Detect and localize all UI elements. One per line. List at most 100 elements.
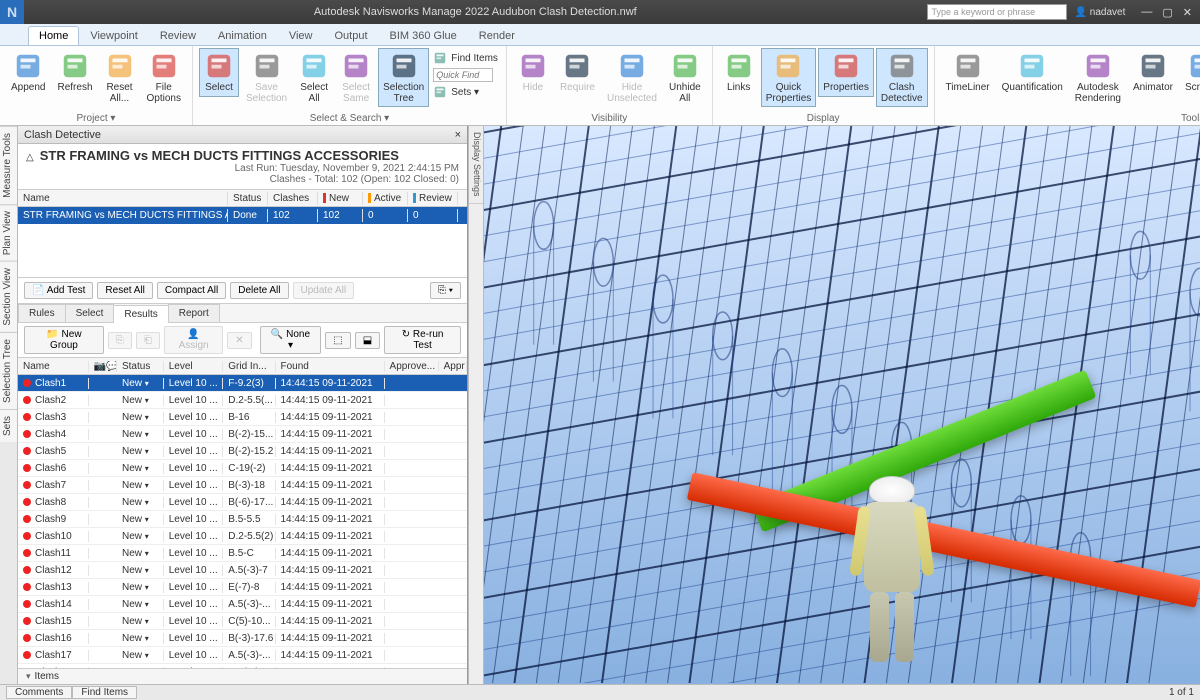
items-bar[interactable]: Items (18, 668, 467, 684)
clash-cell[interactable]: New ▾ (117, 599, 164, 610)
clash-row[interactable]: Clash6New ▾Level 10 ...C-19(-2)14:44:15 … (18, 460, 467, 477)
refresh-button[interactable]: Refresh (52, 48, 97, 97)
quick-properties-button[interactable]: QuickProperties (761, 48, 817, 107)
test-col-new[interactable]: New (318, 192, 363, 205)
select-all-button[interactable]: SelectAll (294, 48, 334, 107)
clash-cell[interactable]: New ▾ (117, 616, 164, 627)
selection-tree-button[interactable]: SelectionTree (378, 48, 429, 107)
delete-all-button[interactable]: Delete All (230, 282, 288, 299)
clash-cell[interactable]: New ▾ (117, 429, 164, 440)
panel-close-icon[interactable]: × (455, 129, 461, 141)
3d-viewport[interactable] (484, 126, 1200, 684)
unhide-all-button[interactable]: UnhideAll (664, 48, 706, 107)
properties-button[interactable]: Properties (818, 48, 874, 97)
select-same-button[interactable]: SelectSame (336, 48, 376, 107)
timeliner-button[interactable]: TimeLiner (941, 48, 995, 97)
user-label[interactable]: 👤 nadavet (1075, 7, 1126, 18)
side-tab-plan-view[interactable]: Plan View (0, 204, 17, 261)
clash-cell[interactable]: New ▾ (117, 463, 164, 474)
tab-find-items[interactable]: Find Items (72, 686, 137, 699)
clash-row[interactable]: Clash15New ▾Level 10 ...C(5)-10...14:44:… (18, 613, 467, 630)
test-col-clashes[interactable]: Clashes (268, 192, 318, 205)
clash-cell[interactable]: New ▾ (117, 582, 164, 593)
sets-item[interactable]: Sets ▾ (431, 84, 500, 100)
hide-unselected-button[interactable]: HideUnselected (602, 48, 662, 107)
quantification-button[interactable]: Quantification (997, 48, 1068, 97)
test-col-name[interactable]: Name (18, 192, 228, 205)
reset-all-button[interactable]: ResetAll... (100, 48, 140, 107)
clash-row[interactable]: Clash4New ▾Level 10 ...B(-2)-15...14:44:… (18, 426, 467, 443)
res-col[interactable]: Level (164, 361, 224, 372)
subtab-rules[interactable]: Rules (18, 304, 66, 322)
select-button[interactable]: Select (199, 48, 239, 97)
explode-button[interactable]: ✕ (227, 332, 251, 349)
filter-btn-a[interactable]: ⬚ (325, 332, 350, 349)
clash-cell[interactable]: New ▾ (117, 446, 164, 457)
tab-bim-360-glue[interactable]: BIM 360 Glue (379, 26, 468, 45)
test-col-review[interactable]: Review (408, 192, 458, 205)
expand-icon[interactable]: △ (26, 152, 34, 163)
tab-home[interactable]: Home (28, 26, 79, 45)
clash-cell[interactable]: New ▾ (117, 514, 164, 525)
clash-row[interactable]: Clash16New ▾Level 10 ...B(-3)-17.614:44:… (18, 630, 467, 647)
clash-cell[interactable]: New ▾ (117, 497, 164, 508)
hide-button[interactable]: Hide (513, 48, 553, 97)
file-options-button[interactable]: FileOptions (142, 48, 186, 107)
side-tab-sets[interactable]: Sets (0, 409, 17, 442)
import-export-button[interactable]: ⎘ ▾ (430, 282, 461, 299)
clash-row[interactable]: Clash2New ▾Level 10 ...D.2-5.5(...14:44:… (18, 392, 467, 409)
append-button[interactable]: Append (6, 48, 50, 97)
tab-viewpoint[interactable]: Viewpoint (79, 26, 149, 45)
clash-row[interactable]: Clash5New ▾Level 10 ...B(-2)-15.214:44:1… (18, 443, 467, 460)
res-col[interactable]: Found (276, 361, 385, 372)
new-group-button[interactable]: 📁 New Group (24, 326, 104, 354)
side-tab-section-view[interactable]: Section View (0, 261, 17, 332)
test-cell[interactable]: 102 (318, 209, 363, 222)
test-col-status[interactable]: Status (228, 192, 268, 205)
quick-find-input[interactable] (431, 67, 500, 83)
clash-row[interactable]: Clash13New ▾Level 10 ...E(-7)-814:44:15 … (18, 579, 467, 596)
clash-cell[interactable]: New ▾ (117, 531, 164, 542)
clash-row[interactable]: Clash17New ▾Level 10 ...A.5(-3)-...14:44… (18, 647, 467, 664)
test-cell[interactable]: Done (228, 209, 268, 222)
tab-render[interactable]: Render (468, 26, 526, 45)
filter-btn-b[interactable]: ⬓ (355, 332, 380, 349)
animator-button[interactable]: Animator (1128, 48, 1178, 97)
clash-cell[interactable]: New ▾ (117, 548, 164, 559)
tab-comments[interactable]: Comments (6, 686, 72, 699)
side-tab-selection-tree[interactable]: Selection Tree (0, 332, 17, 409)
rerun-button[interactable]: ↻ Re-run Test (384, 326, 461, 354)
scripter-button[interactable]: Scripter (1180, 48, 1200, 97)
close-icon[interactable]: ✕ (1183, 6, 1192, 19)
add-test-button[interactable]: 📄 Add Test (24, 282, 93, 299)
minimize-icon[interactable]: — (1141, 6, 1152, 19)
tab-view[interactable]: View (278, 26, 324, 45)
clash-cell[interactable]: New ▾ (117, 395, 164, 406)
res-col[interactable]: Approve... (385, 361, 439, 372)
clash-row[interactable]: Clash7New ▾Level 10 ...B(-3)-1814:44:15 … (18, 477, 467, 494)
subtab-results[interactable]: Results (113, 305, 168, 323)
autodesk-rendering-button[interactable]: AutodeskRendering (1070, 48, 1126, 107)
res-col[interactable]: Appr (439, 361, 467, 372)
clash-cell[interactable]: New ▾ (117, 412, 164, 423)
find-item[interactable]: Find Items (431, 50, 500, 66)
filter-none[interactable]: 🔍 None ▾ (260, 326, 322, 354)
test-cell[interactable]: 0 (363, 209, 408, 222)
res-col[interactable]: 📷💬 (89, 361, 117, 372)
require-button[interactable]: Require (555, 48, 600, 97)
tab-animation[interactable]: Animation (207, 26, 278, 45)
reset-all-button[interactable]: Reset All (97, 282, 152, 299)
right-tab-display-settings[interactable]: Display Settings (469, 126, 483, 204)
clash-row[interactable]: Clash8New ▾Level 10 ...B(-6)-17...14:44:… (18, 494, 467, 511)
links-button[interactable]: Links (719, 48, 759, 97)
clash-row[interactable]: Clash3New ▾Level 10 ...B-1614:44:15 09-1… (18, 409, 467, 426)
clash-cell[interactable]: New ▾ (117, 633, 164, 644)
clash-row[interactable]: Clash11New ▾Level 10 ...B.5-C14:44:15 09… (18, 545, 467, 562)
save-selection-button[interactable]: SaveSelection (241, 48, 292, 107)
test-col-active[interactable]: Active (363, 192, 408, 205)
assign-button[interactable]: 👤 Assign (164, 326, 223, 354)
res-col[interactable]: Status (117, 361, 164, 372)
maximize-icon[interactable]: ▢ (1162, 6, 1172, 19)
update-all-button[interactable]: Update All (293, 282, 355, 299)
subtab-select[interactable]: Select (65, 304, 115, 322)
